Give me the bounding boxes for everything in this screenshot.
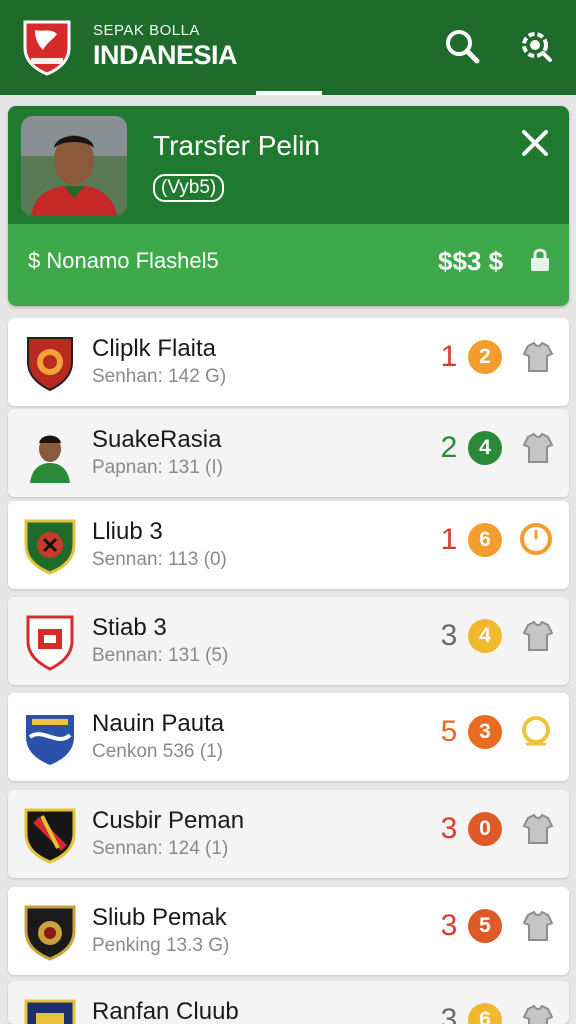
active-tab-indicator [256, 91, 322, 95]
club-row[interactable]: Stiab 3 Bennan: 131 (5) 3 4 [8, 597, 569, 685]
transfer-fee-label: $ Nonamo Flashel5 [28, 248, 219, 273]
club-logo-red-icon [27, 337, 73, 392]
shirt-icon[interactable] [518, 429, 554, 465]
club-count-badge: 2 [468, 340, 502, 374]
club-stats: Senhan: 142 G) [92, 366, 227, 387]
lock-icon[interactable] [526, 246, 554, 274]
club-row[interactable]: Cliplk Flaita Senhan: 142 G) 1 2 [8, 318, 569, 406]
club-logo-white-red-icon [26, 615, 74, 671]
app-header: SEPAK BOLLA INDANESIA [0, 0, 576, 95]
club-rank: 2 [440, 431, 458, 464]
club-row[interactable]: Cusbir Peman Sennan: 124 (1) 3 0 [8, 790, 569, 878]
club-name: Nauin Pauta [92, 710, 225, 737]
club-count-badge: 6 [468, 523, 502, 557]
club-stats: Papnan: 131 (I) [92, 457, 223, 478]
brand: SEPAK BOLLA INDANESIA [93, 22, 238, 71]
transfer-fee-value: $$3 $ [438, 246, 504, 276]
club-count-badge: 3 [468, 715, 502, 749]
club-rank: 5 [440, 715, 458, 748]
club-name: Ranfan Cluub [92, 998, 239, 1024]
transfer-badge: (Vyb5) [153, 174, 225, 202]
shirt-icon[interactable] [518, 810, 554, 846]
club-rank: 1 [440, 340, 458, 373]
shirt-icon[interactable] [518, 617, 554, 653]
club-logo-navy-icon [24, 999, 76, 1024]
club-stats: Sennan: 124 (1) [92, 838, 229, 859]
club-stats: Sennan: 113 (0) [92, 549, 227, 570]
club-row[interactable]: SuakeRasia Papnan: 131 (I) 2 4 [8, 409, 569, 497]
club-logo-black-red-icon [24, 808, 76, 864]
club-name: Sliub Pemak [92, 904, 227, 931]
club-rank: 1 [440, 523, 458, 556]
transfer-title: Trarsfer Pelin [153, 130, 321, 161]
search-icon[interactable] [442, 26, 482, 66]
club-shield-logo-icon[interactable] [21, 18, 73, 76]
club-row[interactable]: Sliub Pemak Penking 13.3 G) 3 5 [8, 887, 569, 975]
shirt-icon[interactable] [518, 1001, 554, 1024]
ring-icon[interactable] [518, 713, 554, 749]
club-count-badge: 4 [468, 431, 502, 465]
club-stats: Bennan: 131 (5) [92, 645, 229, 666]
brand-title: INDANESIA [93, 40, 238, 70]
club-name: Stiab 3 [92, 614, 167, 641]
club-count-badge: 6 [468, 1003, 502, 1024]
club-name: Lliub 3 [92, 518, 163, 545]
club-logo-blue-icon [26, 715, 74, 765]
transfer-card[interactable]: Trarsfer Pelin (Vyb5) $ Nonamo Flashel5 … [8, 106, 569, 306]
club-name: Cusbir Peman [92, 807, 245, 834]
club-name: Cliplk Flaita [92, 335, 217, 362]
shirt-icon[interactable] [518, 907, 554, 943]
club-row[interactable]: Lliub 3 Sennan: 113 (0) 1 6 [8, 501, 569, 589]
club-count-badge: 0 [468, 812, 502, 846]
club-row[interactable]: Nauin Pauta Cenkon 536 (1) 5 3 [8, 693, 569, 781]
club-logo-green-icon [24, 519, 76, 575]
player-photo-avatar [21, 116, 127, 216]
shirt-icon[interactable] [518, 338, 554, 374]
close-icon[interactable] [518, 126, 552, 160]
club-count-badge: 4 [468, 619, 502, 653]
clock-icon[interactable] [518, 521, 554, 557]
club-name: SuakeRasia [92, 426, 222, 453]
club-logo-black-gold-icon [24, 905, 76, 961]
search-settings-icon[interactable] [516, 26, 556, 66]
club-row[interactable]: Ranfan Cluub 3 6 [8, 981, 569, 1024]
club-stats: Cenkon 536 (1) [92, 741, 223, 762]
club-rank: 3 [440, 1003, 458, 1024]
player-avatar-icon [30, 435, 70, 483]
brand-subtitle: SEPAK BOLLA [93, 22, 200, 39]
club-stats: Penking 13.3 G) [92, 935, 230, 956]
club-rank: 3 [440, 812, 458, 845]
club-rank: 3 [440, 619, 458, 652]
club-count-badge: 5 [468, 909, 502, 943]
club-rank: 3 [440, 909, 458, 942]
